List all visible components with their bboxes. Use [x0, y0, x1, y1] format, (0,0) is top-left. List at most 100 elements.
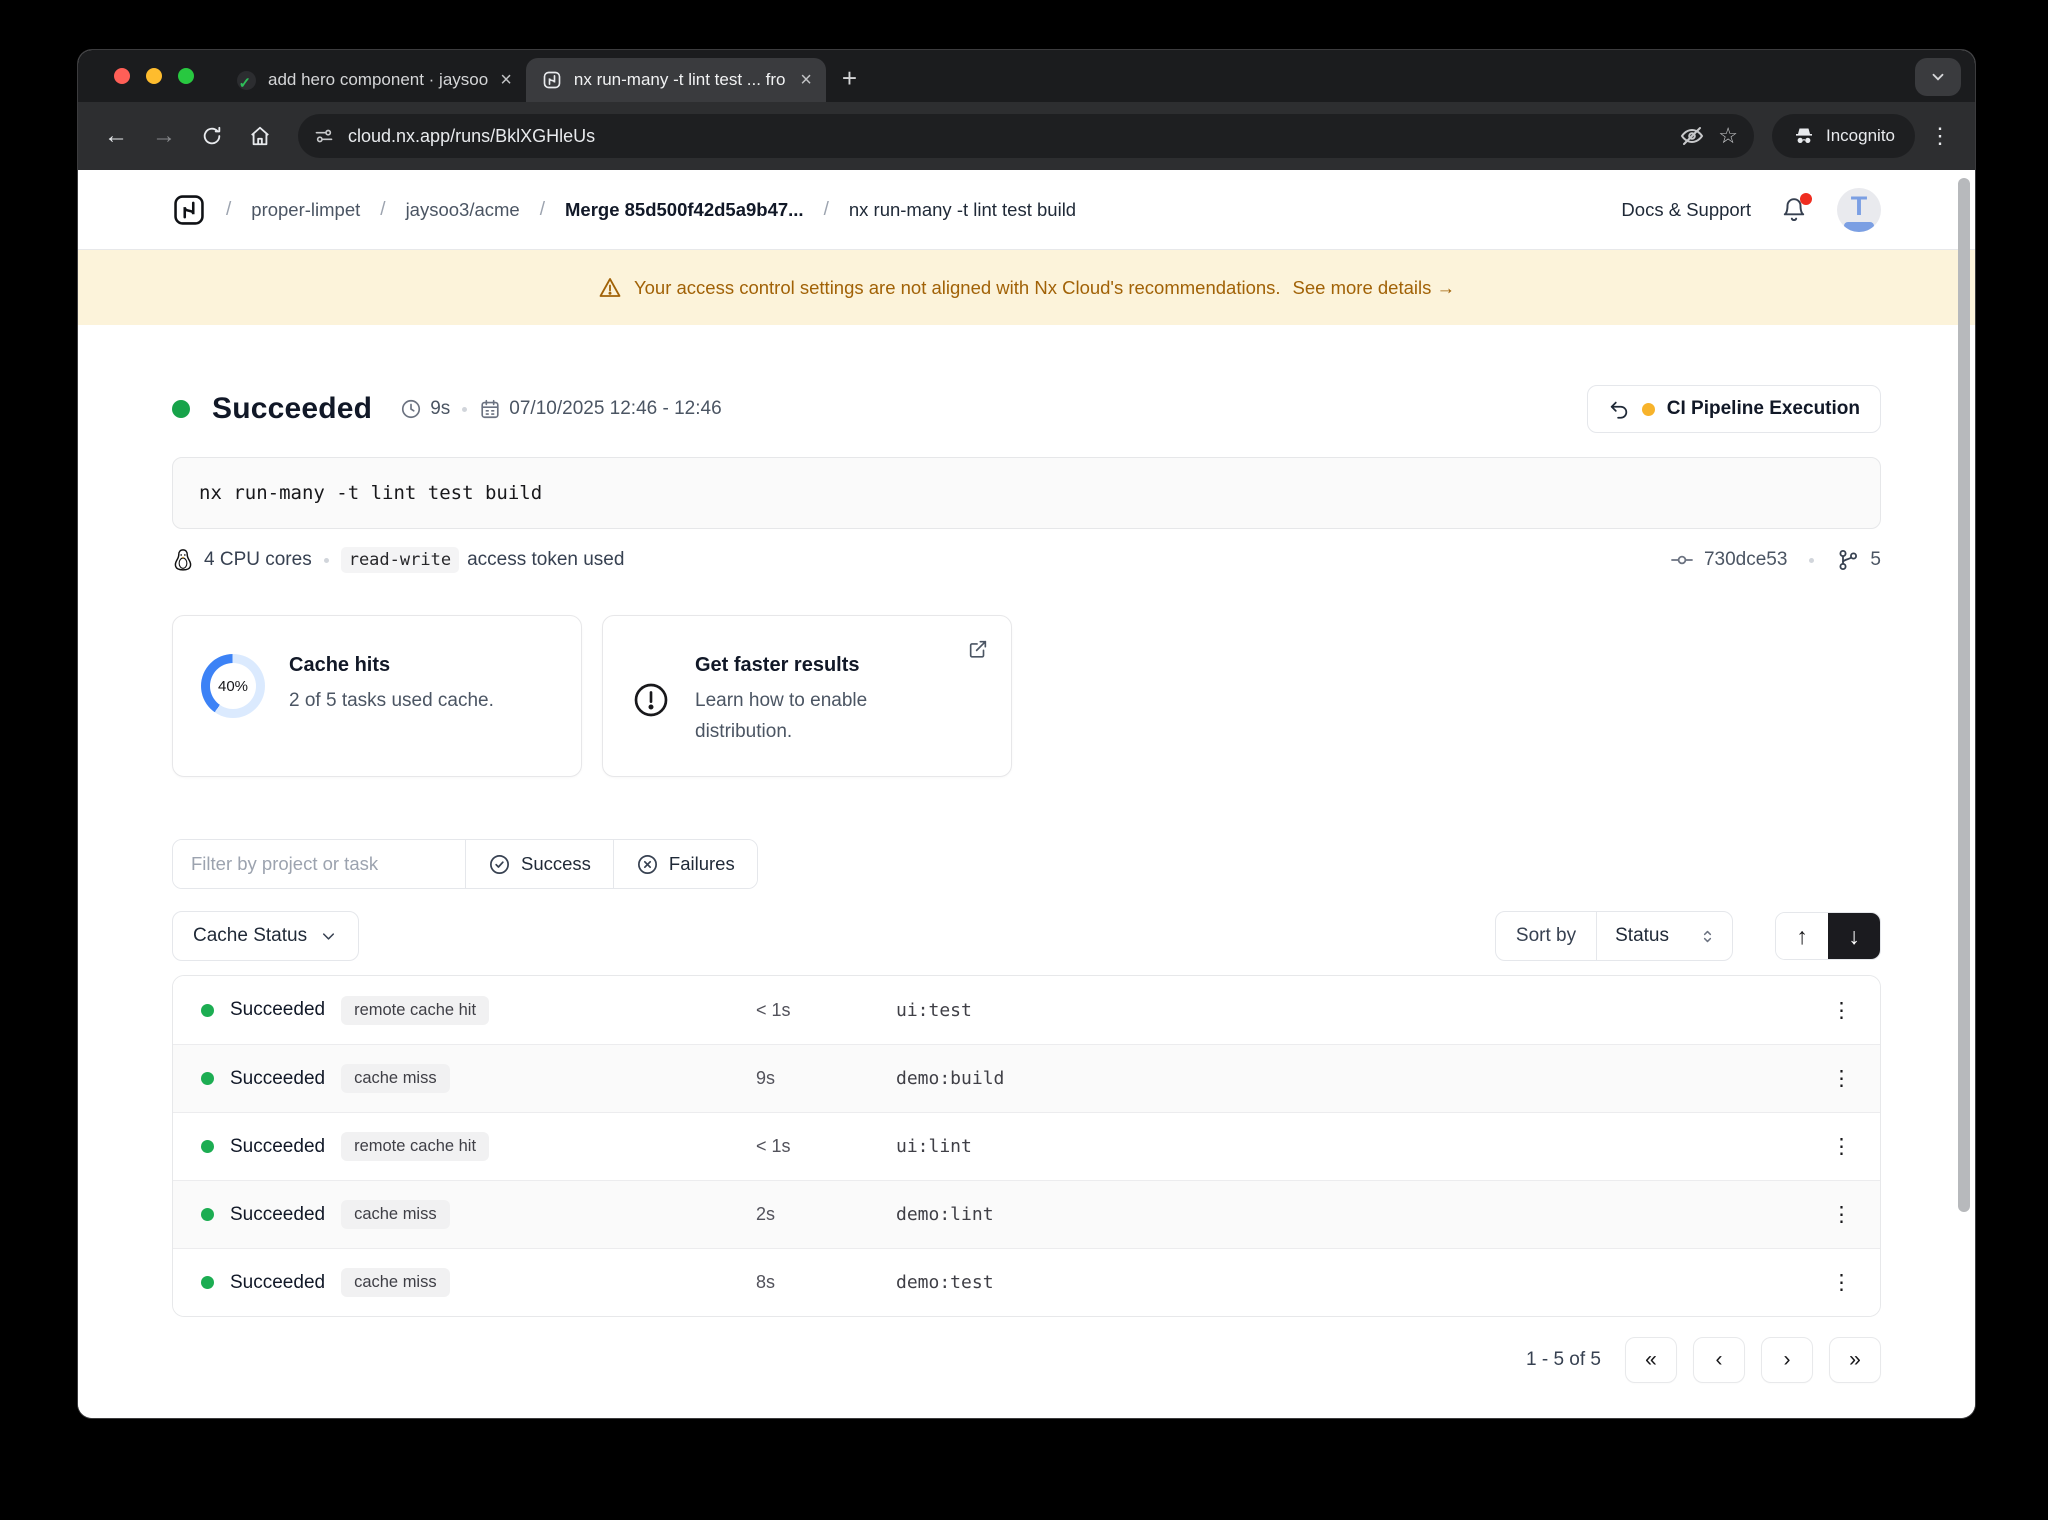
cache-hits-donut: 40%	[201, 654, 265, 718]
site-settings-icon[interactable]	[314, 126, 334, 146]
chevron-down-icon	[323, 932, 335, 940]
eye-off-icon[interactable]	[1680, 124, 1704, 148]
linux-icon	[172, 548, 194, 572]
row-task-name: ui:lint	[896, 1136, 972, 1157]
pagination-last-button[interactable]: »	[1829, 1337, 1881, 1383]
page-scrollbar[interactable]	[1958, 178, 1970, 1212]
cpu-cores-label: 4 CPU cores	[204, 549, 312, 570]
row-task-name: demo:build	[896, 1068, 1005, 1089]
kebab-icon: ⋮	[1831, 998, 1852, 1022]
row-status-label: Succeeded	[230, 999, 326, 1020]
url-text[interactable]: cloud.nx.app/runs/BklXGHleUs	[348, 126, 1666, 147]
run-status-row: Succeeded 9s 07/10/2025 12:46 - 12:46 CI…	[172, 385, 1881, 433]
pagination-prev-button[interactable]: ‹	[1693, 1337, 1745, 1383]
sort-field-select[interactable]: Status	[1596, 912, 1732, 960]
row-menu-button[interactable]: ⋮	[1822, 998, 1852, 1023]
kebab-icon: ⋮	[1831, 1067, 1852, 1090]
breadcrumb-repo[interactable]: jaysoo3/acme	[406, 199, 520, 221]
pipeline-status-dot	[1641, 402, 1655, 416]
tab-close-icon[interactable]: ×	[800, 70, 812, 90]
filter-success-label: Success	[521, 853, 591, 874]
sort-ascending-button[interactable]: ↑	[1776, 913, 1828, 959]
reload-button[interactable]	[192, 116, 232, 156]
row-duration: 9s	[756, 1068, 776, 1088]
row-menu-button[interactable]: ⋮	[1822, 1066, 1852, 1091]
incognito-label: Incognito	[1826, 126, 1895, 145]
alert-circle-icon	[631, 680, 671, 720]
table-row[interactable]: Succeeded remote cache hit < 1s ui:lint …	[173, 1112, 1880, 1180]
address-bar[interactable]: cloud.nx.app/runs/BklXGHleUs ☆	[298, 114, 1754, 158]
incognito-icon	[1792, 124, 1816, 148]
sort-direction-group: ↑ ↓	[1775, 912, 1881, 960]
pagination: 1 - 5 of 5 « ‹ › »	[172, 1337, 1881, 1383]
back-button[interactable]: ←	[96, 116, 136, 156]
table-row[interactable]: Succeeded cache miss 2s demo:lint ⋮	[173, 1180, 1880, 1248]
browser-tab-strip: ✓ add hero component · jaysoo × nx run-m…	[78, 50, 1975, 102]
window-close-button[interactable]	[114, 68, 130, 84]
row-menu-button[interactable]: ⋮	[1822, 1202, 1852, 1227]
sort-by-group: Sort by Status	[1494, 911, 1733, 961]
bookmark-star-icon[interactable]: ☆	[1718, 123, 1738, 149]
cache-status-badge: remote cache hit	[341, 995, 490, 1025]
tab-close-icon[interactable]: ×	[500, 70, 512, 90]
window-minimize-button[interactable]	[146, 68, 162, 84]
nx-logo-icon[interactable]	[172, 193, 206, 227]
separator-dot	[323, 557, 329, 563]
sort-field-value: Status	[1615, 925, 1669, 946]
banner-see-more-link[interactable]: See more details →	[1293, 277, 1455, 299]
access-token-suffix: access token used	[467, 549, 625, 570]
faster-results-card[interactable]: Get faster results Learn how to enable d…	[602, 615, 1012, 777]
faster-results-text: Get faster results Learn how to enable d…	[695, 654, 945, 748]
sort-by-label: Sort by	[1515, 925, 1577, 946]
tab-search-chevron-button[interactable]	[1915, 58, 1961, 96]
row-status-label: Succeeded	[230, 1135, 326, 1157]
commit-icon	[1670, 548, 1694, 572]
access-token-badge: read-write	[340, 547, 460, 573]
filter-failures-toggle[interactable]: Failures	[612, 840, 757, 888]
row-menu-button[interactable]: ⋮	[1822, 1134, 1852, 1159]
browser-window: ✓ add hero component · jaysoo × nx run-m…	[78, 50, 1975, 1418]
table-row[interactable]: Succeeded cache miss 9s demo:build ⋮	[173, 1044, 1880, 1112]
row-menu-button[interactable]: ⋮	[1822, 1270, 1852, 1295]
notifications-button[interactable]	[1781, 192, 1812, 223]
avatar-letter: T	[1850, 191, 1868, 221]
separator-dot	[1809, 557, 1815, 563]
browser-tab-github[interactable]: ✓ add hero component · jaysoo ×	[220, 58, 526, 102]
cache-status-badge: cache miss	[341, 1268, 450, 1297]
window-zoom-button[interactable]	[178, 68, 194, 84]
sort-descending-button[interactable]: ↓	[1828, 913, 1880, 959]
filter-success-toggle[interactable]: Success	[465, 840, 613, 888]
pagination-first-button[interactable]: «	[1625, 1337, 1677, 1383]
filter-input[interactable]	[173, 840, 465, 888]
breadcrumb-separator: /	[539, 198, 545, 220]
run-detail-content: Succeeded 9s 07/10/2025 12:46 - 12:46 CI…	[78, 385, 1975, 1383]
app-header: / proper-limpet / jaysoo3/acme / Merge 8…	[78, 170, 1975, 250]
pagination-next-button[interactable]: ›	[1761, 1337, 1813, 1383]
breadcrumb-run: nx run-many -t lint test build	[848, 198, 1077, 220]
run-duration: 9s	[430, 398, 451, 419]
table-row[interactable]: Succeeded remote cache hit < 1s ui:test …	[173, 976, 1880, 1044]
success-dot-icon	[201, 1276, 214, 1289]
user-avatar[interactable]: T	[1837, 187, 1881, 232]
faster-results-title: Get faster results	[695, 654, 860, 676]
browser-toolbar: ← → cloud.nx.app/runs/BklXGHleUs ☆ Incog…	[78, 102, 1975, 170]
forward-button[interactable]: →	[144, 116, 184, 156]
ci-pipeline-execution-button[interactable]: CI Pipeline Execution	[1586, 385, 1881, 433]
breadcrumb-pipeline[interactable]: Merge 85d500f42d5a9b47...	[565, 199, 804, 221]
home-button[interactable]	[240, 116, 280, 156]
browser-menu-button[interactable]: ⋮	[1923, 123, 1957, 149]
run-status-title: Succeeded	[212, 392, 373, 425]
row-task-name: demo:lint	[896, 1204, 994, 1225]
breadcrumb-workspace[interactable]: proper-limpet	[251, 199, 360, 221]
separator-dot	[462, 406, 468, 412]
commit-sha[interactable]: 730dce53	[1704, 549, 1787, 571]
success-dot-icon	[201, 1003, 214, 1017]
table-toolbar: Cache Status Sort by Status ↑ ↓	[172, 911, 1881, 961]
new-tab-button[interactable]: +	[842, 63, 857, 94]
external-link-icon[interactable]	[967, 638, 989, 660]
table-row[interactable]: Succeeded cache miss 8s demo:test ⋮	[173, 1248, 1880, 1316]
cache-status-dropdown[interactable]: Cache Status	[172, 911, 360, 961]
browser-tab-nx-cloud[interactable]: nx run-many -t lint test ... fro ×	[525, 58, 826, 102]
row-status-cell: Succeeded remote cache hit	[201, 1132, 756, 1161]
docs-support-link[interactable]: Docs & Support	[1621, 199, 1751, 221]
